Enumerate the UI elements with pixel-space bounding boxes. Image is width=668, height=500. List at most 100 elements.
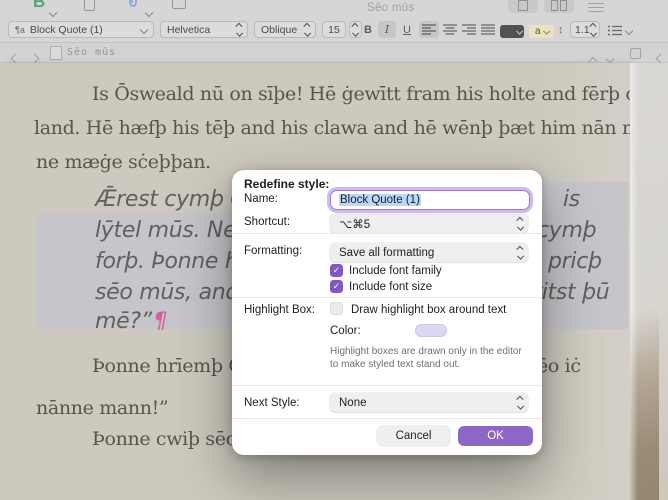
formatting-dropdown[interactable]: Save all formatting — [330, 243, 528, 262]
toolbar-top: B Sēo mūs — [0, 0, 668, 18]
align-justify-button[interactable] — [479, 21, 497, 38]
share-icon[interactable] — [172, 0, 186, 9]
include-font-size-checkbox[interactable]: ✓ — [330, 280, 343, 293]
window-title: Sēo mūs — [367, 2, 414, 14]
include-font-size-label: Include font size — [349, 281, 432, 293]
updown-chevrons-icon — [591, 24, 596, 35]
align-center-icon — [443, 24, 457, 35]
updown-chevrons-icon — [353, 24, 358, 35]
font-dropdown[interactable]: Helvetica — [160, 21, 248, 38]
chevron-down-icon — [625, 26, 633, 34]
paperclip-icon[interactable] — [126, 0, 140, 14]
dialog-title: Redefine style: — [244, 177, 329, 191]
paragraph-style-value: Block Quote (1) — [30, 24, 141, 36]
chevron-down-icon — [140, 25, 148, 33]
single-page-view-button[interactable] — [508, 0, 538, 13]
quote-line: Ǣrest cymþ Ō — [95, 187, 247, 212]
updown-chevrons-icon — [518, 247, 523, 258]
style-name-input[interactable]: Block Quote (1) — [330, 190, 530, 210]
quote-line-text: mē?” — [95, 309, 152, 334]
next-style-value: None — [339, 397, 367, 409]
paragraph-line: land. Hē hæfþ his tēþ and his clawa and … — [34, 117, 630, 139]
document-tab-title[interactable]: Sēo mūs — [67, 47, 116, 58]
two-page-view-button[interactable] — [544, 0, 574, 13]
checkmark-icon: ✓ — [333, 265, 341, 276]
add-icon[interactable]: B — [33, 0, 45, 12]
paragraph-style-dropdown[interactable]: ¶a Block Quote (1) — [8, 21, 154, 38]
formatting-value: Save all formatting — [339, 247, 434, 259]
desktop-background — [630, 63, 668, 500]
align-right-button[interactable] — [460, 21, 478, 38]
include-font-family-label: Include font family — [349, 265, 442, 277]
device-icon[interactable] — [84, 0, 95, 11]
italic-label: I — [385, 23, 389, 36]
paragraph-line: Is Ōsweald nū on sīþe! Hē ġewītt fram hi… — [92, 83, 630, 105]
line-spacing-value: 1.1 — [575, 24, 590, 36]
draw-highlight-box-checkbox[interactable] — [330, 302, 343, 315]
typeface-dropdown[interactable]: Oblique — [254, 21, 316, 38]
checkmark-icon: ✓ — [333, 281, 341, 292]
bold-label: B — [364, 24, 372, 36]
paragraph-line-end: ēo iċ — [537, 355, 581, 377]
highlight-box-help-text: Highlight boxes are drawn only in the ed… — [330, 345, 530, 371]
quote-line-end: cymþ — [537, 218, 596, 243]
bold-button[interactable]: B — [360, 21, 376, 38]
typeface-value: Oblique — [261, 24, 305, 36]
cancel-button[interactable]: Cancel — [377, 426, 450, 446]
menu-icon[interactable] — [588, 0, 604, 15]
list-icon — [608, 25, 622, 36]
highlight-color-button[interactable]: a — [529, 25, 554, 38]
tab-bar: Sēo mūs — [0, 43, 668, 63]
pilcrow-mark: ¶ — [154, 309, 168, 334]
highlight-color-well[interactable] — [415, 324, 447, 337]
font-size-field[interactable]: 15 — [322, 21, 346, 38]
divider — [232, 418, 542, 419]
quote-line: mē?”¶ — [95, 309, 168, 334]
divider — [232, 297, 542, 298]
redefine-style-dialog: Redefine style: Name: Block Quote (1) Sh… — [232, 170, 542, 455]
align-left-icon — [422, 24, 436, 35]
shortcut-dropdown[interactable]: ⌥⌘5 — [330, 214, 528, 233]
divider — [232, 233, 542, 234]
font-value: Helvetica — [167, 24, 237, 36]
align-left-button[interactable] — [419, 21, 439, 38]
name-label: Name: — [244, 193, 278, 205]
paragraph-line: nānne mann!” — [36, 397, 168, 419]
align-justify-icon — [481, 24, 495, 35]
format-bar: ¶a Block Quote (1) Helvetica Oblique 15 … — [0, 18, 668, 43]
next-style-label: Next Style: — [244, 397, 300, 409]
quote-line: lȳtel mūs. Ne — [95, 218, 236, 243]
draw-highlight-box-option-label: Draw highlight box around text — [351, 304, 506, 316]
style-name-value: Block Quote (1) — [339, 194, 421, 206]
shortcut-label: Shortcut: — [244, 216, 290, 228]
quote-line: sēo mūs, and — [95, 280, 239, 305]
ok-button[interactable]: OK — [458, 426, 533, 446]
color-label: Color: — [330, 325, 361, 337]
align-center-button[interactable] — [441, 21, 459, 38]
quote-line-end: ritst þū — [533, 280, 609, 305]
highlight-box-label: Highlight Box: — [244, 304, 315, 316]
formatting-label: Formatting: — [244, 245, 302, 257]
quote-line-end: is — [563, 187, 580, 212]
underline-button[interactable]: U — [399, 21, 415, 38]
updown-chevrons-icon — [237, 24, 242, 35]
italic-button[interactable]: I — [378, 21, 396, 38]
divider — [232, 385, 542, 386]
line-spacing-stepper[interactable]: 1.1 — [570, 21, 600, 38]
underline-label: U — [403, 24, 411, 36]
next-style-dropdown[interactable]: None — [330, 393, 528, 412]
text-color-swatch[interactable] — [500, 25, 524, 38]
chevron-down-icon — [543, 28, 549, 34]
updown-chevrons-icon — [518, 397, 523, 408]
quote-line: forþ. Þonne h — [95, 249, 239, 274]
list-style-button[interactable] — [608, 25, 632, 36]
document-icon — [50, 46, 62, 60]
paragraph-line: Þonne hrīemþ Ōs — [92, 355, 253, 377]
page-thumbnail-icon[interactable] — [630, 48, 641, 59]
include-font-family-checkbox[interactable]: ✓ — [330, 264, 343, 277]
quote-line-end: pricþ — [548, 249, 602, 274]
font-size-value: 15 — [328, 24, 340, 36]
paragraph-style-icon: ¶a — [15, 25, 25, 35]
shortcut-value: ⌥⌘5 — [339, 217, 370, 231]
highlight-label: a — [535, 26, 541, 37]
